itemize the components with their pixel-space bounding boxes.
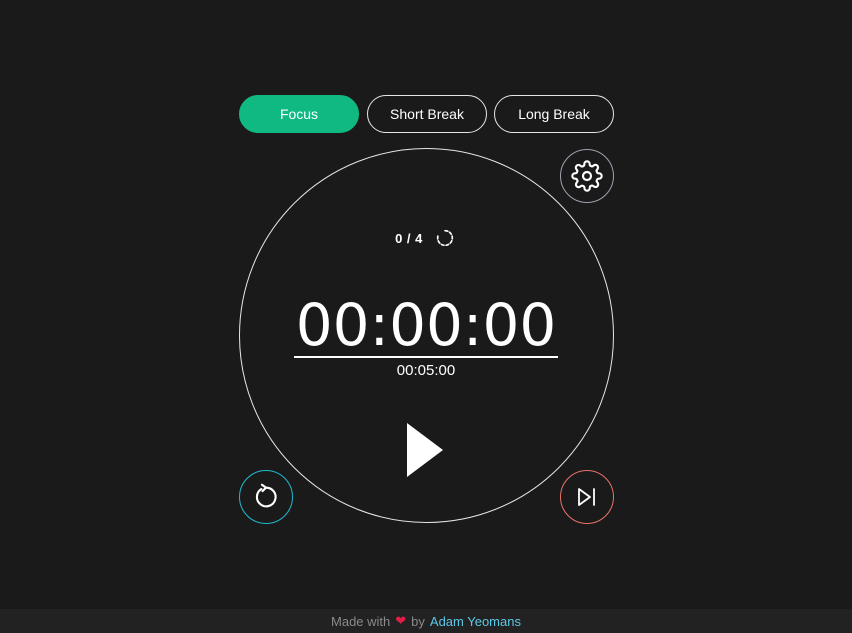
skip-button[interactable]: [560, 470, 614, 524]
tab-short-break[interactable]: Short Break: [367, 95, 487, 133]
play-icon: [407, 423, 443, 477]
session-counter: 0 / 4: [0, 226, 852, 250]
target-time: 00:05:00: [396, 362, 456, 379]
refresh-icon: [436, 229, 454, 247]
footer: Made with ❤ by Adam Yeomans: [0, 609, 852, 633]
settings-button[interactable]: [560, 149, 614, 203]
author-link[interactable]: Adam Yeomans: [430, 614, 521, 629]
reset-icon: [255, 483, 277, 508]
reset-button[interactable]: [239, 470, 293, 524]
elapsed-time-value: 00:00:00: [293, 291, 559, 359]
gear-icon: [571, 160, 603, 192]
footer-made-with: Made with: [331, 613, 391, 629]
play-button[interactable]: [400, 418, 450, 482]
elapsed-time: 00:00:00: [0, 290, 852, 360]
footer-by: by: [411, 613, 425, 629]
session-count: 0 / 4: [395, 230, 423, 246]
mode-tabs: Focus Short Break Long Break: [239, 95, 614, 135]
tab-focus[interactable]: Focus: [239, 95, 359, 133]
pomodoro-app: Focus Short Break Long Break 0 / 4 00:00…: [0, 0, 852, 633]
tab-long-break[interactable]: Long Break: [494, 95, 614, 133]
session-reset-button[interactable]: [433, 226, 457, 250]
skip-next-icon: [578, 488, 595, 506]
heart-icon: ❤: [395, 613, 407, 628]
